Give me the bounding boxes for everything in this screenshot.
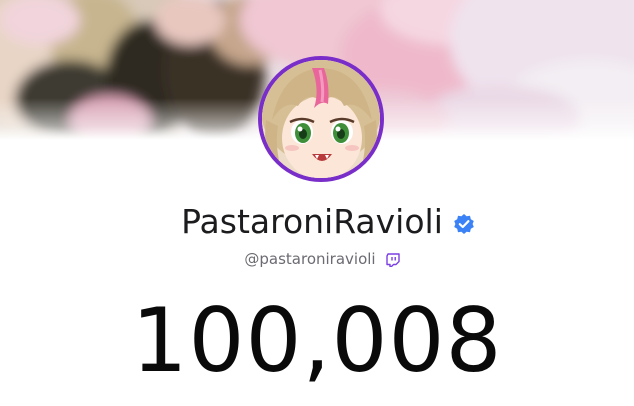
follower-count: 100,008 bbox=[131, 289, 503, 392]
handle-row: @pastaroniravioli bbox=[0, 247, 634, 271]
avatar[interactable] bbox=[258, 56, 384, 182]
display-name-row: PastaroniRavioli bbox=[0, 196, 634, 246]
display-name: PastaroniRavioli bbox=[181, 201, 443, 241]
avatar-image bbox=[262, 60, 380, 178]
twitch-icon[interactable] bbox=[385, 252, 400, 268]
verified-check-icon bbox=[453, 213, 475, 235]
username-handle[interactable]: @pastaroniravioli bbox=[234, 250, 375, 268]
profile-card: PastaroniRavioli @pastaroniravioli 100,0… bbox=[0, 0, 634, 406]
